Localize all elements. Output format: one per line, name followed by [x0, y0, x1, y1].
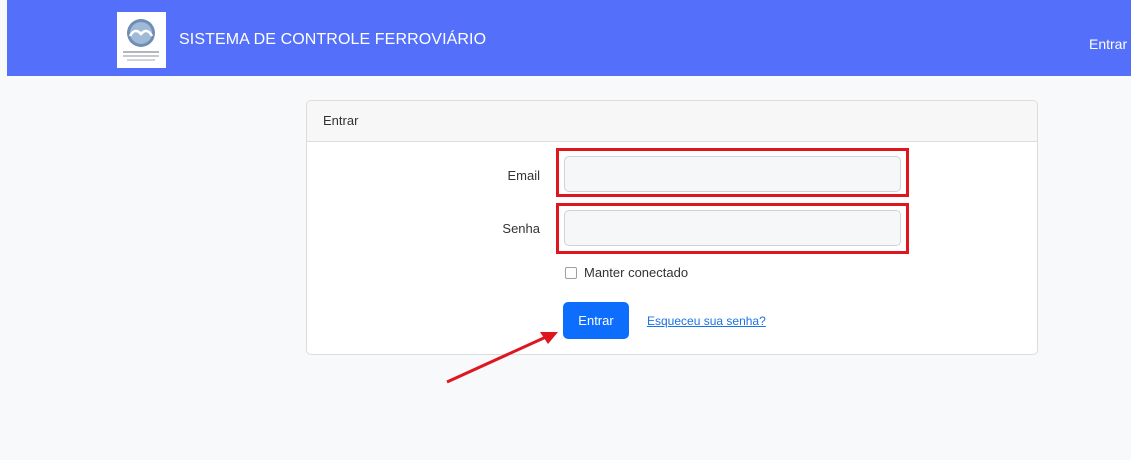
red-arrow-icon	[446, 332, 558, 384]
